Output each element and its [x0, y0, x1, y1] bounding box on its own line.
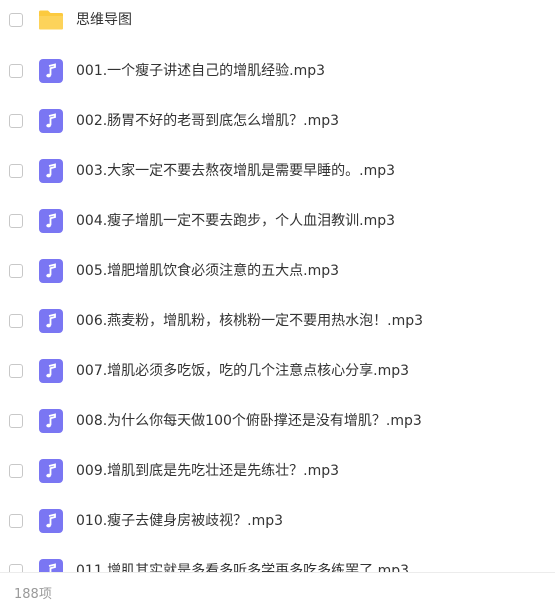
music-note-icon [39, 409, 63, 433]
file-name[interactable]: 003.大家一定不要去熬夜增肌是需要早睡的。.mp3 [76, 161, 395, 181]
file-name[interactable]: 思维导图 [76, 10, 132, 30]
row-checkbox[interactable] [9, 114, 23, 128]
file-name[interactable]: 006.燕麦粉，增肌粉，核桃粉一定不要用热水泡！.mp3 [76, 311, 423, 331]
file-name[interactable]: 010.瘦子去健身房被歧视？.mp3 [76, 511, 283, 531]
row-checkbox[interactable] [9, 414, 23, 428]
row-checkbox[interactable] [9, 514, 23, 528]
file-name[interactable]: 009.增肌到底是先吃壮还是先练壮？.mp3 [76, 461, 339, 481]
status-bar: 188项 [0, 572, 555, 606]
music-note-icon [39, 509, 63, 533]
list-item[interactable]: 008.为什么你每天做100个俯卧撑还是没有增肌？.mp3 [0, 401, 555, 441]
file-name[interactable]: 011.增肌其实就是多看多听多学再多吃多练罢了.mp3 [76, 561, 409, 572]
row-checkbox[interactable] [9, 364, 23, 378]
row-checkbox[interactable] [9, 464, 23, 478]
music-note-icon [39, 209, 63, 233]
music-note-icon [39, 359, 63, 383]
list-item[interactable]: 思维导图 [0, 0, 555, 40]
item-count: 188项 [14, 587, 52, 602]
row-checkbox[interactable] [9, 13, 23, 27]
music-note-icon [39, 109, 63, 133]
file-name[interactable]: 004.瘦子增肌一定不要去跑步，个人血泪教训.mp3 [76, 211, 395, 231]
file-name[interactable]: 007.增肌必须多吃饭，吃的几个注意点核心分享.mp3 [76, 361, 409, 381]
list-item[interactable]: 003.大家一定不要去熬夜增肌是需要早睡的。.mp3 [0, 151, 555, 191]
row-checkbox[interactable] [9, 264, 23, 278]
row-checkbox[interactable] [9, 214, 23, 228]
file-name[interactable]: 001.一个瘦子讲述自己的增肌经验.mp3 [76, 61, 325, 81]
music-note-icon [39, 309, 63, 333]
music-note-icon [39, 559, 63, 572]
row-checkbox[interactable] [9, 164, 23, 178]
file-name[interactable]: 005.增肥增肌饮食必须注意的五大点.mp3 [76, 261, 339, 281]
list-item[interactable]: 002.肠胃不好的老哥到底怎么增肌？.mp3 [0, 101, 555, 141]
list-item[interactable]: 007.增肌必须多吃饭，吃的几个注意点核心分享.mp3 [0, 351, 555, 391]
music-note-icon [39, 59, 63, 83]
list-item[interactable]: 010.瘦子去健身房被歧视？.mp3 [0, 501, 555, 541]
row-checkbox[interactable] [9, 64, 23, 78]
file-name[interactable]: 008.为什么你每天做100个俯卧撑还是没有增肌？.mp3 [76, 411, 422, 431]
row-checkbox[interactable] [9, 564, 23, 572]
row-checkbox[interactable] [9, 314, 23, 328]
list-item[interactable]: 006.燕麦粉，增肌粉，核桃粉一定不要用热水泡！.mp3 [0, 301, 555, 341]
file-name[interactable]: 002.肠胃不好的老哥到底怎么增肌？.mp3 [76, 111, 339, 131]
music-note-icon [39, 459, 63, 483]
list-item[interactable]: 005.增肥增肌饮食必须注意的五大点.mp3 [0, 251, 555, 291]
list-item[interactable]: 004.瘦子增肌一定不要去跑步，个人血泪教训.mp3 [0, 201, 555, 241]
music-note-icon [39, 259, 63, 283]
list-item[interactable]: 001.一个瘦子讲述自己的增肌经验.mp3 [0, 51, 555, 91]
music-note-icon [39, 159, 63, 183]
file-list: 思维导图 001.一个瘦子讲述自己的增肌经验.mp3 002.肠胃不好的老哥到底… [0, 0, 555, 572]
list-item[interactable]: 011.增肌其实就是多看多听多学再多吃多练罢了.mp3 [0, 551, 555, 572]
folder-icon [39, 10, 63, 30]
list-item[interactable]: 009.增肌到底是先吃壮还是先练壮？.mp3 [0, 451, 555, 491]
